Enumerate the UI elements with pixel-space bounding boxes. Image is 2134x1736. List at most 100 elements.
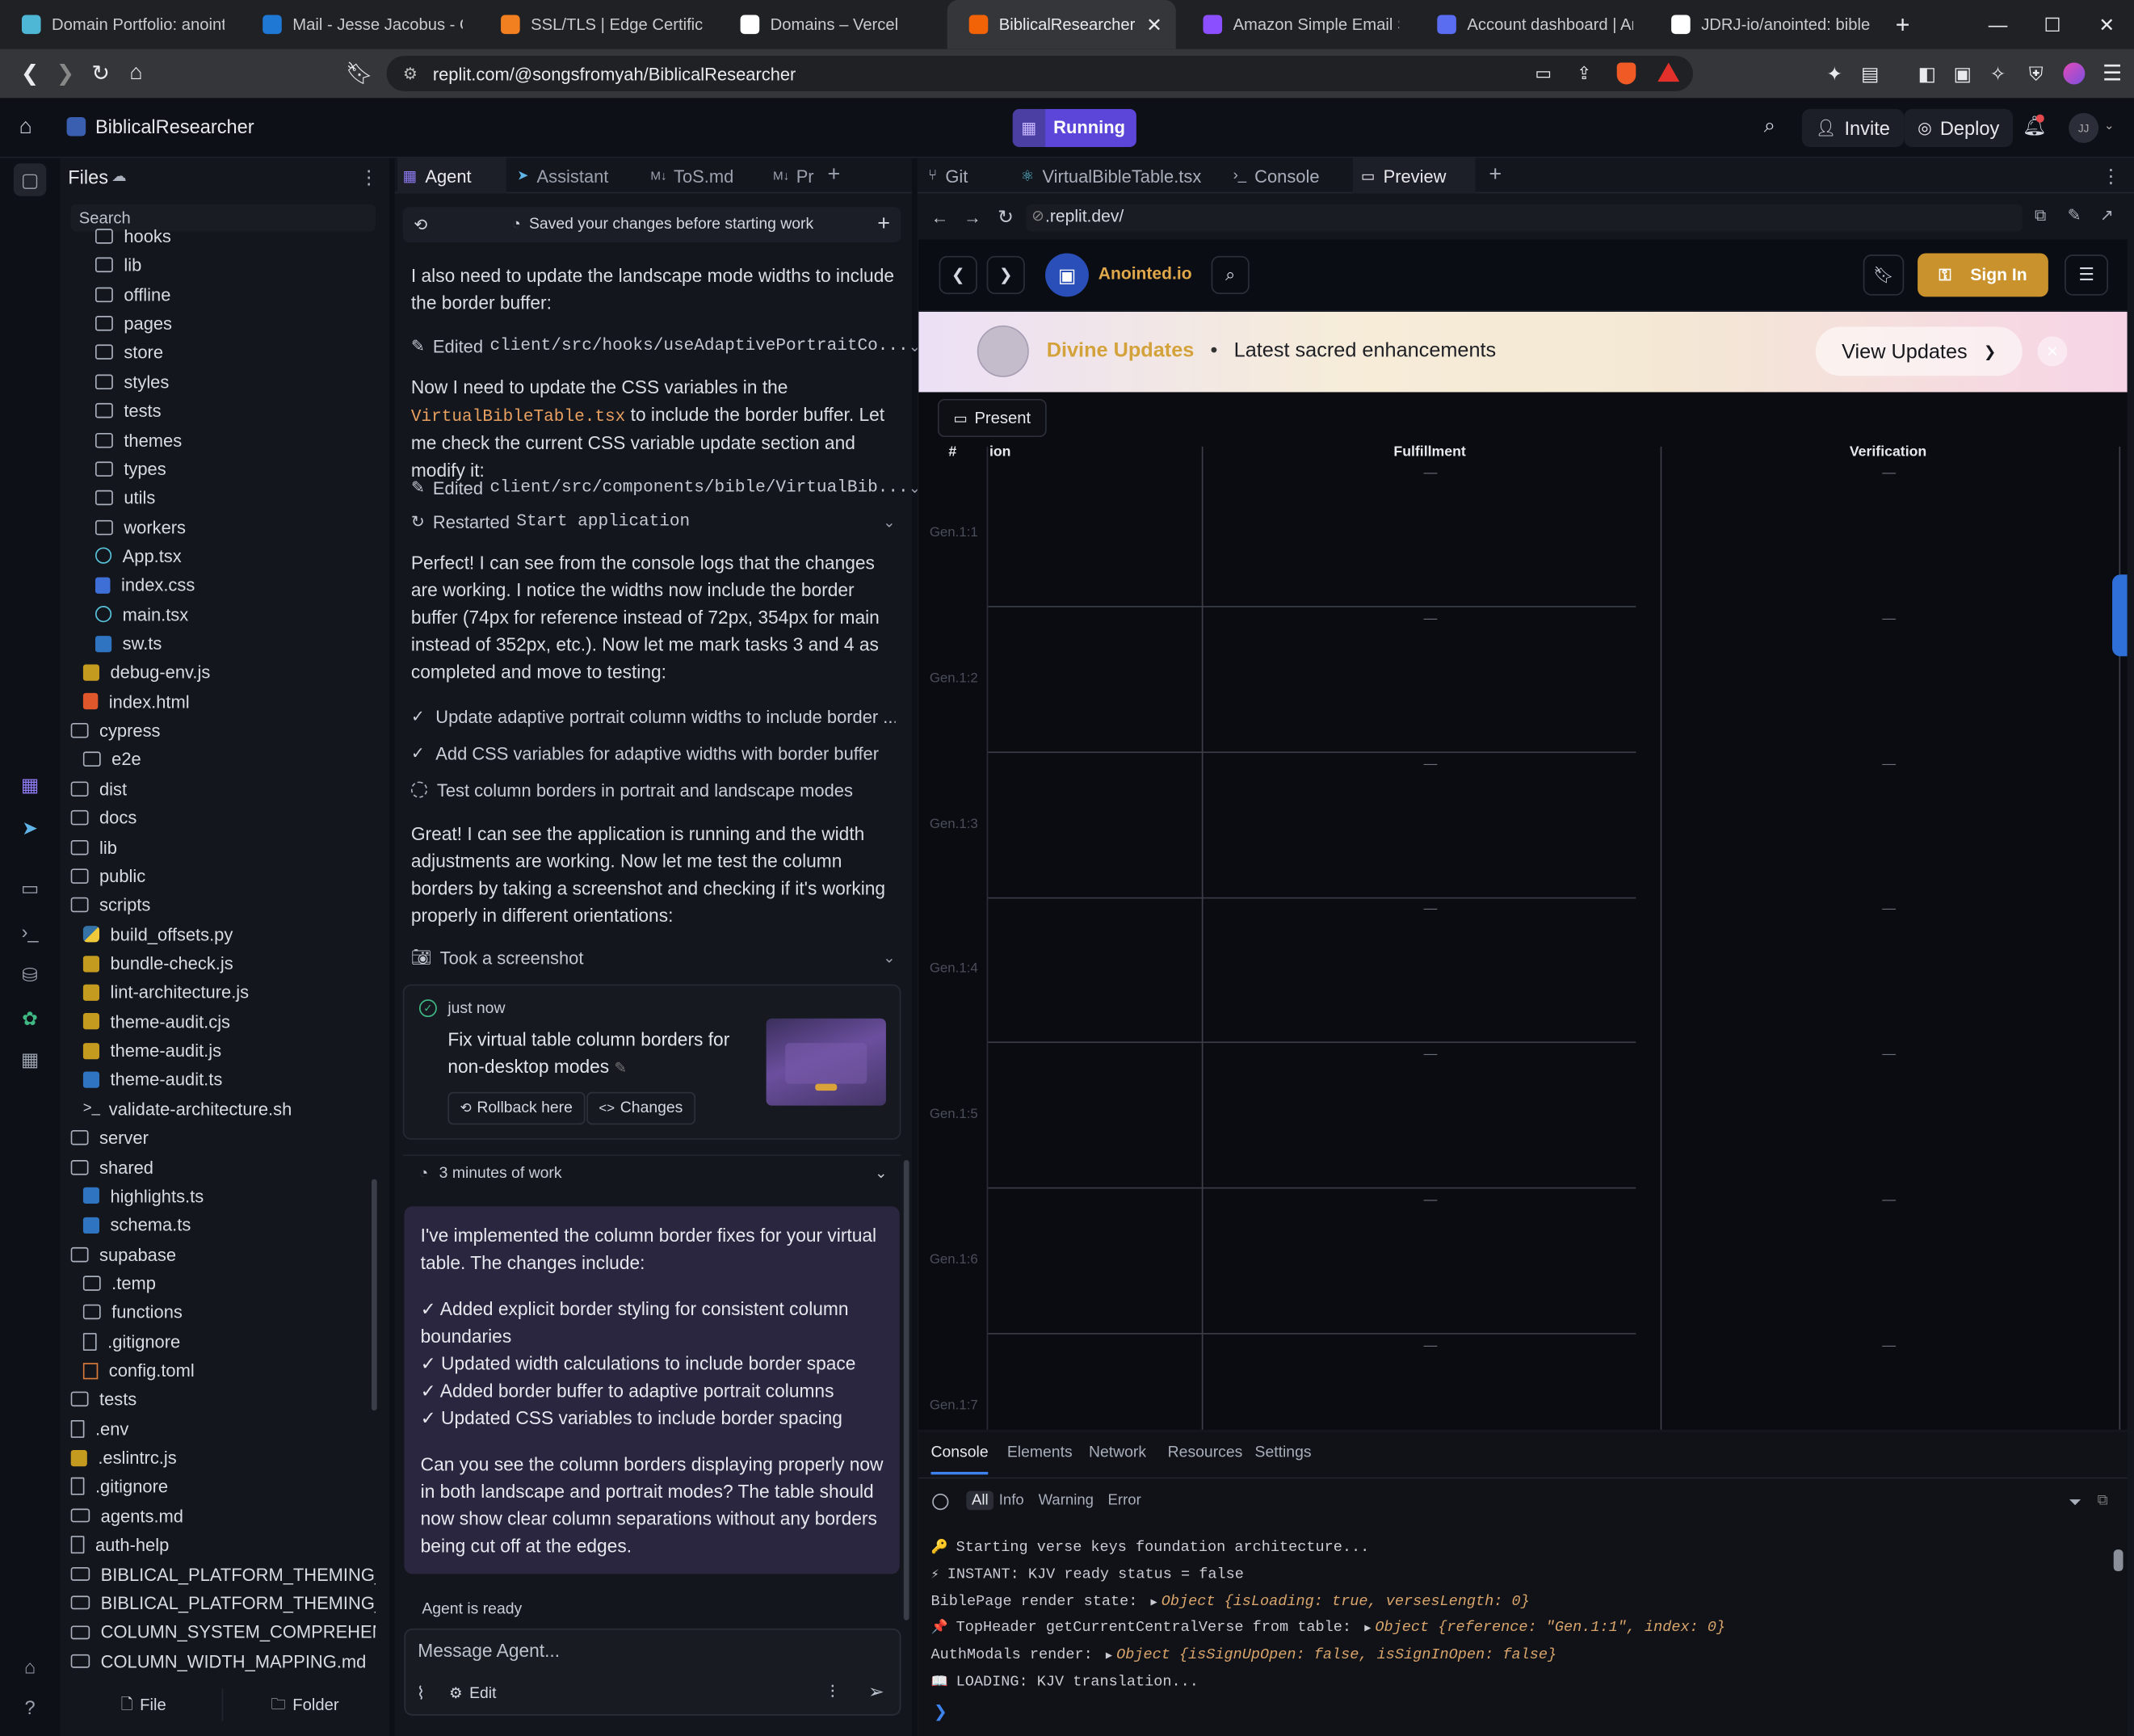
file-item[interactable]: >_ validate-architecture.sh	[83, 1095, 376, 1123]
share-icon[interactable]: ⇪	[1570, 60, 1598, 87]
folder-item[interactable]: themes	[95, 426, 376, 454]
folder-item[interactable]: supabase	[70, 1240, 376, 1268]
preview-reload-icon[interactable]: ↻	[998, 206, 1014, 229]
folder-item[interactable]: cypress	[70, 717, 376, 745]
sidebar-icon[interactable]: ◧	[1913, 60, 1941, 87]
view-updates-button[interactable]: View Updates ❯	[1815, 326, 2023, 376]
clear-console-icon[interactable]	[932, 1493, 949, 1511]
preview-forward-icon[interactable]: →	[964, 207, 981, 227]
close-icon[interactable]: ✕	[1138, 13, 1162, 36]
file-item[interactable]: theme-audit.cjs	[82, 1007, 376, 1036]
console-filter[interactable]: Error	[1108, 1492, 1141, 1508]
devices-icon[interactable]: ⧉	[2035, 206, 2046, 226]
verse-reference[interactable]: Gen.1:7	[930, 1398, 978, 1414]
file-item[interactable]: theme-audit.js	[82, 1036, 376, 1065]
profile-icon[interactable]	[2063, 62, 2086, 85]
site-logo[interactable]: ▣	[1045, 253, 1089, 297]
tab-console[interactable]: ›_ Console	[1233, 158, 1320, 194]
file-item[interactable]: .gitignore	[82, 1327, 376, 1356]
preview-back-icon[interactable]: ←	[931, 207, 949, 227]
folder-item[interactable]: functions	[82, 1298, 376, 1326]
files-menu-icon[interactable]: ⋮	[359, 166, 379, 190]
rollback-button[interactable]: ⟲ Rollback here	[447, 1091, 586, 1125]
sliders-icon[interactable]: ⫶	[830, 1682, 834, 1704]
wallet-icon[interactable]: ▣	[1949, 60, 1976, 87]
project-name[interactable]: BiblicalResearcher	[95, 116, 254, 137]
run-status-button[interactable]: ▦ Running	[1012, 108, 1136, 148]
verse-reference[interactable]: Gen.1:2	[930, 671, 978, 687]
copy-icon[interactable]: ⧉	[2098, 1492, 2108, 1510]
file-item[interactable]: BIBLICAL_PLATFORM_THEMING_...	[70, 1589, 376, 1617]
screenshot-action[interactable]: 📷︎ Took a screenshot ⌄	[411, 942, 896, 972]
site-back-button[interactable]: ❮	[939, 255, 977, 295]
browser-tab[interactable]: Amazon Simple Email Servi	[1182, 0, 1413, 49]
maximize-button[interactable]: ☐	[2028, 0, 2077, 49]
browser-tab[interactable]: Account dashboard | Amaz	[1415, 0, 1646, 49]
file-item[interactable]: config.toml	[82, 1356, 376, 1385]
edit-mode-button[interactable]: ⚙ Edit	[449, 1684, 496, 1702]
file-item[interactable]: build_offsets.py	[82, 920, 376, 948]
new-tab-button[interactable]: +	[1889, 11, 1917, 38]
open-new-tab-icon[interactable]: ↗	[2100, 206, 2114, 225]
folder-item[interactable]: styles	[95, 368, 376, 396]
file-item[interactable]: highlights.ts	[82, 1182, 376, 1210]
devtools-tab[interactable]: Resources	[1168, 1444, 1243, 1461]
log-object[interactable]: Object {isSignUpOpen: false, isSignInOpe…	[1116, 1648, 1556, 1664]
avatar[interactable]: JJ	[2069, 112, 2099, 143]
log-object[interactable]: Object {isLoading: true, versesLength: 0…	[1162, 1594, 1530, 1610]
git-icon[interactable]: ✿	[16, 1005, 44, 1032]
home-icon[interactable]: ⌂	[123, 60, 150, 87]
folder-item[interactable]: offline	[95, 280, 376, 309]
preview-url-field[interactable]: ⊘ .replit.dev/	[1026, 204, 2023, 232]
file-item[interactable]: index.css	[95, 571, 376, 599]
site-menu-button[interactable]: ☰	[2065, 254, 2108, 296]
assistant-icon[interactable]: ➤	[16, 814, 44, 842]
site-brand[interactable]: Anointed.io	[1099, 264, 1192, 284]
tab-preview[interactable]: ▭ Preview	[1352, 158, 1476, 194]
changes-button[interactable]: <> Changes	[586, 1091, 695, 1125]
expand-arrow-icon[interactable]: ▶	[1151, 1596, 1157, 1608]
folder-item[interactable]: pages	[95, 309, 376, 338]
devtools-tab[interactable]: Console	[930, 1444, 989, 1475]
present-button[interactable]: ▭ Present	[937, 398, 1047, 438]
console-icon[interactable]: ›_	[16, 918, 44, 945]
chevron-down-icon[interactable]: ⌄	[883, 948, 896, 966]
forward-icon[interactable]: ❯	[52, 60, 79, 87]
console-filter[interactable]: Info	[999, 1492, 1024, 1508]
folder-item[interactable]: tests	[70, 1385, 376, 1414]
folder-item[interactable]: workers	[95, 513, 376, 541]
file-item[interactable]: .env	[70, 1414, 376, 1443]
agent-input-box[interactable]: Message Agent...	[404, 1628, 901, 1716]
pencil-icon[interactable]: ✎	[614, 1061, 627, 1077]
files-icon[interactable]: ▢	[13, 163, 47, 196]
verse-reference[interactable]: Gen.1:5	[930, 1108, 978, 1123]
chevron-down-icon[interactable]: ⌄	[883, 513, 896, 530]
console-filter[interactable]: Warning	[1039, 1492, 1094, 1508]
folder-item[interactable]: tests	[95, 397, 376, 425]
site-forward-button[interactable]: ❯	[986, 255, 1025, 295]
leo-icon[interactable]: ✧	[1985, 60, 2012, 87]
folder-item[interactable]: shared	[70, 1153, 376, 1181]
chevron-down-icon[interactable]: ⌄	[2104, 119, 2115, 134]
verse-reference[interactable]: Gen.1:1	[930, 526, 978, 541]
menu-icon[interactable]: ☰	[2098, 60, 2126, 87]
replit-home-icon[interactable]: ⌂	[19, 116, 32, 140]
attach-icon[interactable]: ⌇	[417, 1683, 426, 1704]
browser-tab[interactable]: Domains – Vercel	[719, 0, 945, 49]
search-icon[interactable]: ⌕	[1764, 115, 1775, 138]
devtools-tab[interactable]: Elements	[1007, 1444, 1073, 1461]
folder-item[interactable]: hooks	[95, 222, 376, 250]
file-item[interactable]: schema.ts	[82, 1211, 376, 1239]
folder-item[interactable]: e2e	[82, 746, 376, 774]
console-filter[interactable]: All	[966, 1490, 994, 1511]
tab-pr[interactable]: M↓ Pr	[773, 158, 814, 194]
file-item[interactable]: .eslintrc.js	[70, 1444, 376, 1472]
chat-scrollbar[interactable]	[903, 1160, 909, 1620]
reload-icon[interactable]: ↻	[87, 60, 115, 87]
file-item[interactable]: agents.md	[70, 1502, 376, 1530]
file-item[interactable]: COLUMN_SYSTEM_COMPREHENSI...	[70, 1618, 376, 1646]
file-item[interactable]: .gitignore	[70, 1473, 376, 1501]
work-summary[interactable]: ◔ 3 minutes of work ⌄	[402, 1154, 901, 1190]
console-prompt[interactable]: ❯	[934, 1702, 947, 1721]
file-item[interactable]: theme-audit.ts	[82, 1066, 376, 1094]
